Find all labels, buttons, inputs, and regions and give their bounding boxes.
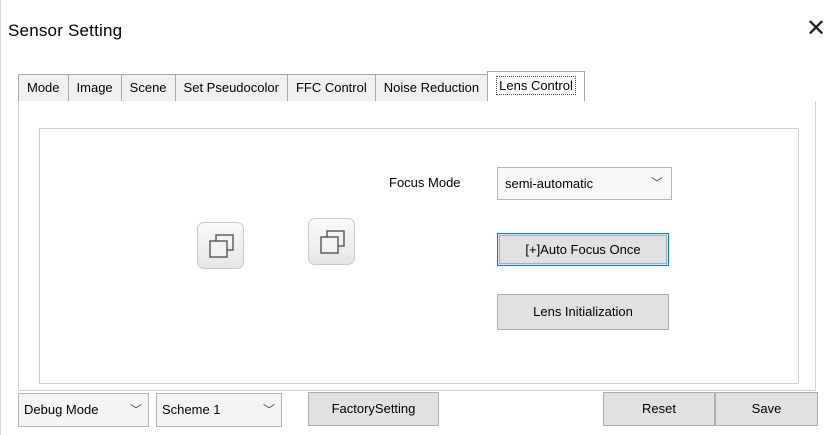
tab-lens-control-label: Lens Control — [496, 76, 576, 95]
restore-window-icon — [320, 230, 345, 254]
tab-noise-reduction[interactable]: Noise Reduction — [374, 74, 488, 102]
lens-icon-button-1[interactable] — [197, 222, 244, 269]
tab-image[interactable]: Image — [67, 74, 121, 102]
tab-set-pseudocolor[interactable]: Set Pseudocolor — [174, 74, 287, 102]
focus-mode-value: semi-automatic — [505, 176, 594, 191]
dialog-title: Sensor Setting — [8, 21, 123, 40]
scheme-value: Scheme 1 — [162, 402, 221, 417]
save-button[interactable]: Save — [715, 392, 818, 426]
close-icon[interactable]: ✕ — [801, 14, 831, 44]
tab-scene[interactable]: Scene — [120, 74, 175, 102]
chevron-down-icon: ﹀ — [126, 394, 142, 426]
tab-strip: Mode Image Scene Set Pseudocolor FFC Con… — [18, 71, 585, 103]
reset-button[interactable]: Reset — [603, 392, 715, 426]
tab-mode[interactable]: Mode — [18, 74, 68, 102]
tab-ffc-control[interactable]: FFC Control — [286, 74, 375, 102]
chevron-down-icon: ﹀ — [650, 176, 663, 190]
lens-initialization-button[interactable]: Lens Initialization — [497, 294, 669, 330]
focus-mode-select[interactable]: semi-automatic ﹀ — [497, 167, 672, 200]
debug-mode-select[interactable]: Debug Mode ﹀ — [18, 393, 149, 427]
restore-window-icon — [209, 234, 234, 258]
sensor-setting-dialog: Sensor Setting ✕ Mode Image Scene Set Ps… — [0, 0, 831, 435]
tab-lens-control[interactable]: Lens Control — [487, 71, 585, 103]
lens-icon-button-2[interactable] — [308, 218, 355, 265]
factory-setting-button[interactable]: FactorySetting — [308, 392, 439, 426]
scheme-select[interactable]: Scheme 1 ﹀ — [156, 393, 282, 427]
focus-mode-label: Focus Mode — [389, 175, 461, 190]
chevron-down-icon: ﹀ — [259, 394, 275, 426]
lens-control-groupbox — [39, 128, 799, 384]
debug-mode-value: Debug Mode — [24, 402, 99, 417]
auto-focus-once-button[interactable]: [+]Auto Focus Once — [497, 233, 669, 266]
